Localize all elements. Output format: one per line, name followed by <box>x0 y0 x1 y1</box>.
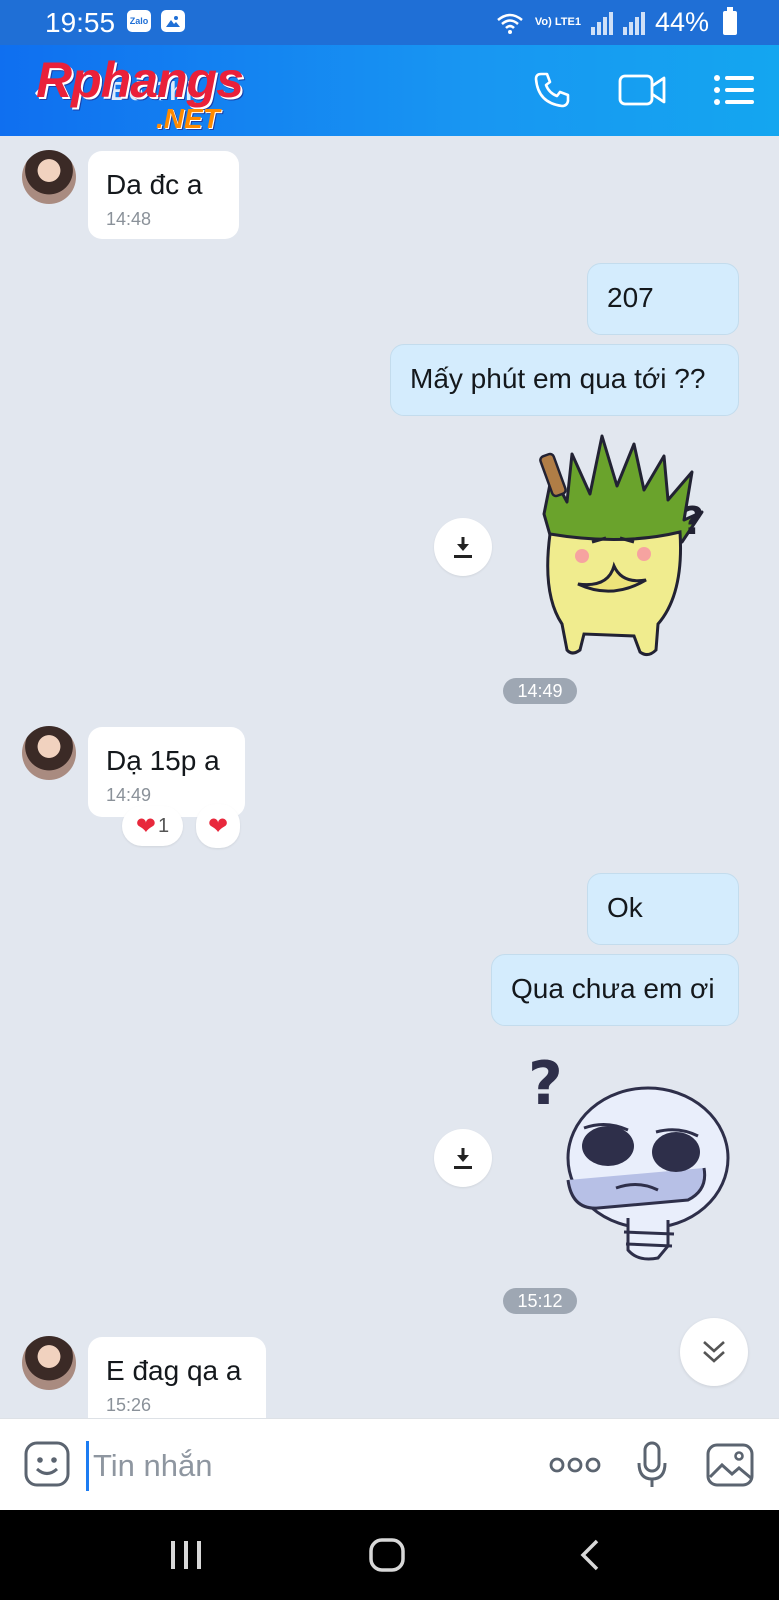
svg-text:?: ? <box>682 499 704 543</box>
status-bar: 19:55 Zalo Vo) LTE1 44% <box>0 0 779 45</box>
avatar[interactable] <box>22 150 76 204</box>
message-text: Qua chưa em ơi <box>511 973 715 1004</box>
message-time: 14:49 <box>106 785 152 805</box>
message-text: Dạ 15p a <box>106 745 220 776</box>
pineapple-thinking-sticker[interactable]: ? <box>522 424 722 664</box>
download-sticker-button[interactable] <box>434 518 492 576</box>
incoming-message[interactable]: E đag qa a 15:26 <box>88 1337 266 1418</box>
recent-apps-button[interactable] <box>156 1532 216 1578</box>
microphone-icon <box>637 1441 667 1487</box>
svg-text:?: ? <box>528 1050 563 1119</box>
message-text: Ok <box>607 892 643 923</box>
double-chevron-down-icon <box>703 1341 725 1363</box>
signal-icon <box>590 11 613 35</box>
emoji-icon <box>24 1441 70 1487</box>
phone-icon[interactable] <box>527 67 577 113</box>
outgoing-message[interactable]: 207 <box>587 263 739 335</box>
reaction-summary[interactable]: ❤ 1 <box>122 806 183 846</box>
message-text: 207 <box>607 282 654 313</box>
avatar[interactable] <box>22 1336 76 1390</box>
sticker-time-pill: 14:49 <box>503 678 577 704</box>
image-icon <box>706 1443 754 1487</box>
outgoing-message[interactable]: Mấy phút em qua tới ?? <box>390 344 739 416</box>
sticker-time-pill: 15:12 <box>503 1288 577 1314</box>
back-chevron-icon <box>580 1539 599 1571</box>
message-text: Da đc a <box>106 169 203 200</box>
skull-confused-sticker[interactable]: ? <box>528 1050 738 1272</box>
outgoing-message[interactable]: Ok <box>587 873 739 945</box>
watermark-logo: Rphangs .NET <box>36 52 244 134</box>
outgoing-message[interactable]: Qua chưa em ơi <box>491 954 739 1026</box>
home-button[interactable] <box>357 1532 417 1578</box>
sticker-emoji-button[interactable] <box>24 1441 70 1492</box>
message-input[interactable] <box>86 1441 515 1491</box>
wifi-icon <box>497 13 523 34</box>
signal-icon-2 <box>622 11 645 35</box>
message-time: 14:48 <box>106 209 152 229</box>
system-navigation-bar <box>0 1510 779 1600</box>
download-sticker-button[interactable] <box>434 1129 492 1187</box>
reaction-count: 1 <box>157 814 170 837</box>
message-input-bar <box>0 1418 779 1511</box>
message-text: Mấy phút em qua tới ?? <box>410 363 706 394</box>
heart-icon: ❤ <box>207 812 229 840</box>
battery-percent: 44% <box>654 7 709 37</box>
message-time: 15:26 <box>106 1395 152 1415</box>
network-type-label: Vo) LTE1 <box>534 16 581 28</box>
send-image-button[interactable] <box>704 1439 756 1491</box>
menu-list-icon[interactable] <box>709 67 759 113</box>
scroll-to-bottom-button[interactable] <box>680 1318 748 1386</box>
chat-header: ‹ Bé Chi Rphangs .NET <box>0 45 779 136</box>
battery-icon <box>723 6 737 35</box>
heart-reaction-icon: ❤ <box>135 812 156 840</box>
message-list[interactable]: Da đc a 14:48 207 Mấy phút em qua tới ??… <box>0 136 779 1418</box>
incoming-message[interactable]: Da đc a 14:48 <box>88 151 239 239</box>
home-icon <box>369 1538 405 1572</box>
back-button[interactable] <box>560 1532 620 1578</box>
status-time: 19:55 <box>45 7 116 38</box>
video-call-icon[interactable] <box>618 67 668 113</box>
heart-react-button[interactable]: ❤ <box>196 804 240 848</box>
voice-message-button[interactable] <box>626 1439 678 1491</box>
gallery-notification-icon <box>161 10 185 32</box>
more-options-button[interactable] <box>547 1439 603 1491</box>
avatar[interactable] <box>22 726 76 780</box>
zalo-notification-icon: Zalo <box>127 10 151 32</box>
recent-apps-icon <box>171 1541 201 1569</box>
more-dots-icon <box>549 1457 601 1473</box>
message-text: E đag qa a <box>106 1355 242 1386</box>
